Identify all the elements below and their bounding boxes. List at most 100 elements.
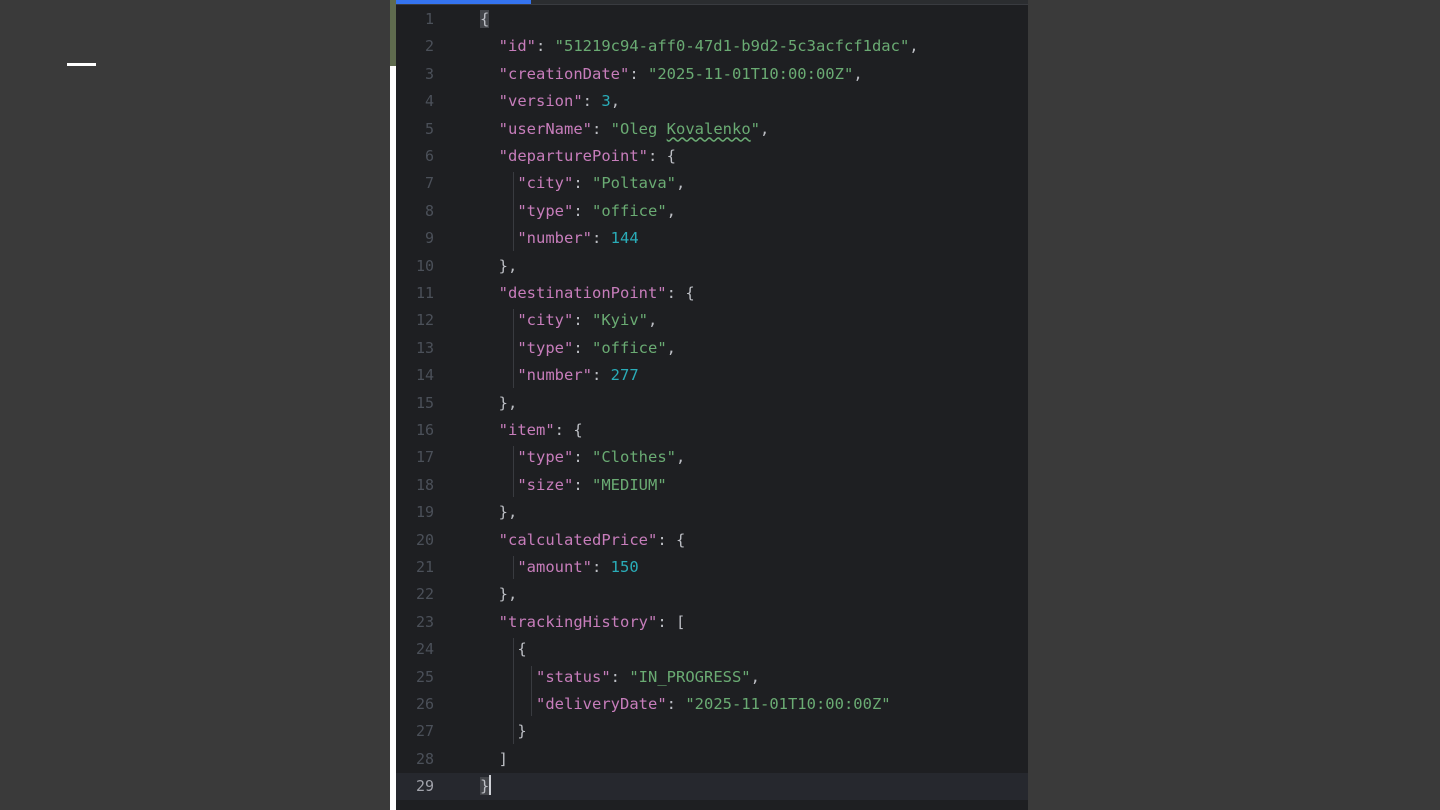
code-text: "calculatedPrice": {: [480, 527, 686, 554]
code-line[interactable]: 17 "type": "Clothes",: [396, 444, 1028, 471]
line-number: 9: [424, 229, 434, 248]
code-line[interactable]: 21 "amount": 150: [396, 554, 1028, 581]
code-line[interactable]: 10 },: [396, 253, 1028, 280]
json-punctuation: [480, 65, 499, 83]
json-punctuation: : [: [657, 612, 686, 631]
json-punctuation: :: [591, 558, 611, 576]
json-punctuation: [480, 421, 499, 439]
code-line[interactable]: 20 "calculatedPrice": {: [396, 527, 1028, 554]
json-punctuation: :: [666, 695, 686, 713]
json-punctuation: [480, 722, 517, 740]
code-text: },: [480, 499, 518, 526]
code-line[interactable]: 6 "departurePoint": {: [396, 143, 1028, 170]
code-text: "size": "MEDIUM": [480, 472, 667, 499]
code-line[interactable]: 24 {: [396, 636, 1028, 663]
json-punctuation: :: [582, 92, 602, 111]
json-key: "item": [498, 421, 555, 439]
code-line[interactable]: 15 },: [396, 390, 1028, 417]
json-punctuation: [480, 147, 499, 165]
json-punctuation: ,: [666, 201, 676, 220]
code-line[interactable]: 8 "type": "office",: [396, 198, 1028, 225]
json-key: "creationDate": [498, 64, 630, 83]
code-line[interactable]: 14 "number": 277: [396, 362, 1028, 389]
code-text: "departurePoint": {: [480, 143, 676, 170]
line-number: 4: [424, 92, 434, 111]
json-punctuation: [480, 585, 499, 603]
code-line[interactable]: 7 "city": "Poltava",: [396, 170, 1028, 197]
json-punctuation: [480, 448, 517, 466]
line-number: 27: [415, 722, 434, 741]
json-punctuation: ,: [676, 174, 686, 193]
code-line[interactable]: 12 "city": "Kyiv",: [396, 307, 1028, 334]
code-line[interactable]: 18 "size": "MEDIUM": [396, 472, 1028, 499]
code-line[interactable]: 16 "item": {: [396, 417, 1028, 444]
json-punctuation: [480, 339, 517, 357]
code-line[interactable]: 29}: [396, 773, 1028, 801]
line-number: 14: [415, 366, 434, 385]
code-editor[interactable]: 1{2 "id": "51219c94-aff0-47d1-b9d2-5c3ac…: [396, 0, 1028, 810]
code-text: "trackingHistory": [: [480, 609, 686, 636]
json-punctuation: [480, 229, 517, 247]
line-number: 16: [415, 421, 434, 439]
json-punctuation: ,: [648, 311, 658, 330]
json-punctuation: },: [498, 256, 518, 275]
json-punctuation: [480, 695, 536, 713]
json-punctuation: [480, 120, 499, 138]
json-punctuation: },: [498, 503, 518, 522]
json-punctuation: [480, 174, 517, 192]
code-line[interactable]: 26 "deliveryDate": "2025-11-01T10:00:00Z…: [396, 691, 1028, 718]
code-line[interactable]: 13 "type": "office",: [396, 335, 1028, 362]
line-number: 3: [424, 64, 434, 83]
json-key: "city": [517, 311, 574, 330]
json-punctuation: ,: [676, 448, 686, 467]
code-text: "type": "office",: [480, 198, 676, 225]
json-punctuation: }: [517, 722, 527, 741]
json-punctuation: [480, 640, 517, 658]
line-number: 10: [415, 256, 434, 275]
code-text: }: [480, 773, 492, 800]
code-text: "destinationPoint": {: [480, 280, 695, 307]
json-punctuation: [480, 503, 499, 521]
code-text: "userName": "Oleg Kovalenko",: [480, 116, 770, 143]
code-line[interactable]: 2 "id": "51219c94-aff0-47d1-b9d2-5c3acfc…: [396, 33, 1028, 60]
json-punctuation: : {: [647, 147, 676, 165]
json-key: "status": [536, 667, 611, 686]
code-line[interactable]: 4 "version": 3,: [396, 88, 1028, 115]
slide-dash-mark: [67, 63, 96, 66]
code-text: },: [480, 390, 518, 417]
code-line[interactable]: 9 "number": 144: [396, 225, 1028, 252]
code-line[interactable]: 19 },: [396, 499, 1028, 526]
json-punctuation: :: [573, 311, 592, 330]
code-line[interactable]: 5 "userName": "Oleg Kovalenko",: [396, 116, 1028, 143]
code-line[interactable]: 3 "creationDate": "2025-11-01T10:00:00Z"…: [396, 61, 1028, 88]
json-punctuation: [480, 311, 517, 329]
json-number: 144: [610, 229, 639, 248]
code-line[interactable]: 22 },: [396, 581, 1028, 608]
json-punctuation: },: [498, 585, 518, 604]
code-line[interactable]: 28 ]: [396, 746, 1028, 773]
line-number: 21: [415, 558, 434, 576]
json-string: "Oleg: [610, 119, 667, 138]
json-punctuation: [480, 92, 499, 110]
json-key: "type": [517, 338, 574, 357]
code-line[interactable]: 25 "status": "IN_PROGRESS",: [396, 664, 1028, 691]
code-text: "type": "office",: [480, 335, 676, 362]
json-punctuation: ]: [498, 749, 509, 768]
json-punctuation: [480, 476, 517, 494]
json-punctuation: [480, 750, 499, 768]
json-string: "MEDIUM": [592, 475, 667, 494]
code-line[interactable]: 23 "trackingHistory": [: [396, 609, 1028, 636]
json-string: "2025-11-01T10:00:00Z": [685, 695, 891, 713]
json-key: "calculatedPrice": [498, 530, 658, 549]
json-punctuation: : {: [554, 421, 583, 439]
json-key: "trackingHistory": [498, 612, 658, 631]
json-key: "departurePoint": [498, 147, 648, 165]
json-punctuation: {: [517, 640, 527, 659]
json-punctuation: : {: [657, 530, 686, 549]
active-tab-indicator[interactable]: [396, 0, 531, 4]
code-line[interactable]: 11 "destinationPoint": {: [396, 280, 1028, 307]
code-line[interactable]: 27 }: [396, 718, 1028, 745]
json-number: 3: [601, 92, 611, 111]
code-line[interactable]: 1{: [396, 6, 1028, 33]
json-punctuation: [480, 613, 499, 631]
